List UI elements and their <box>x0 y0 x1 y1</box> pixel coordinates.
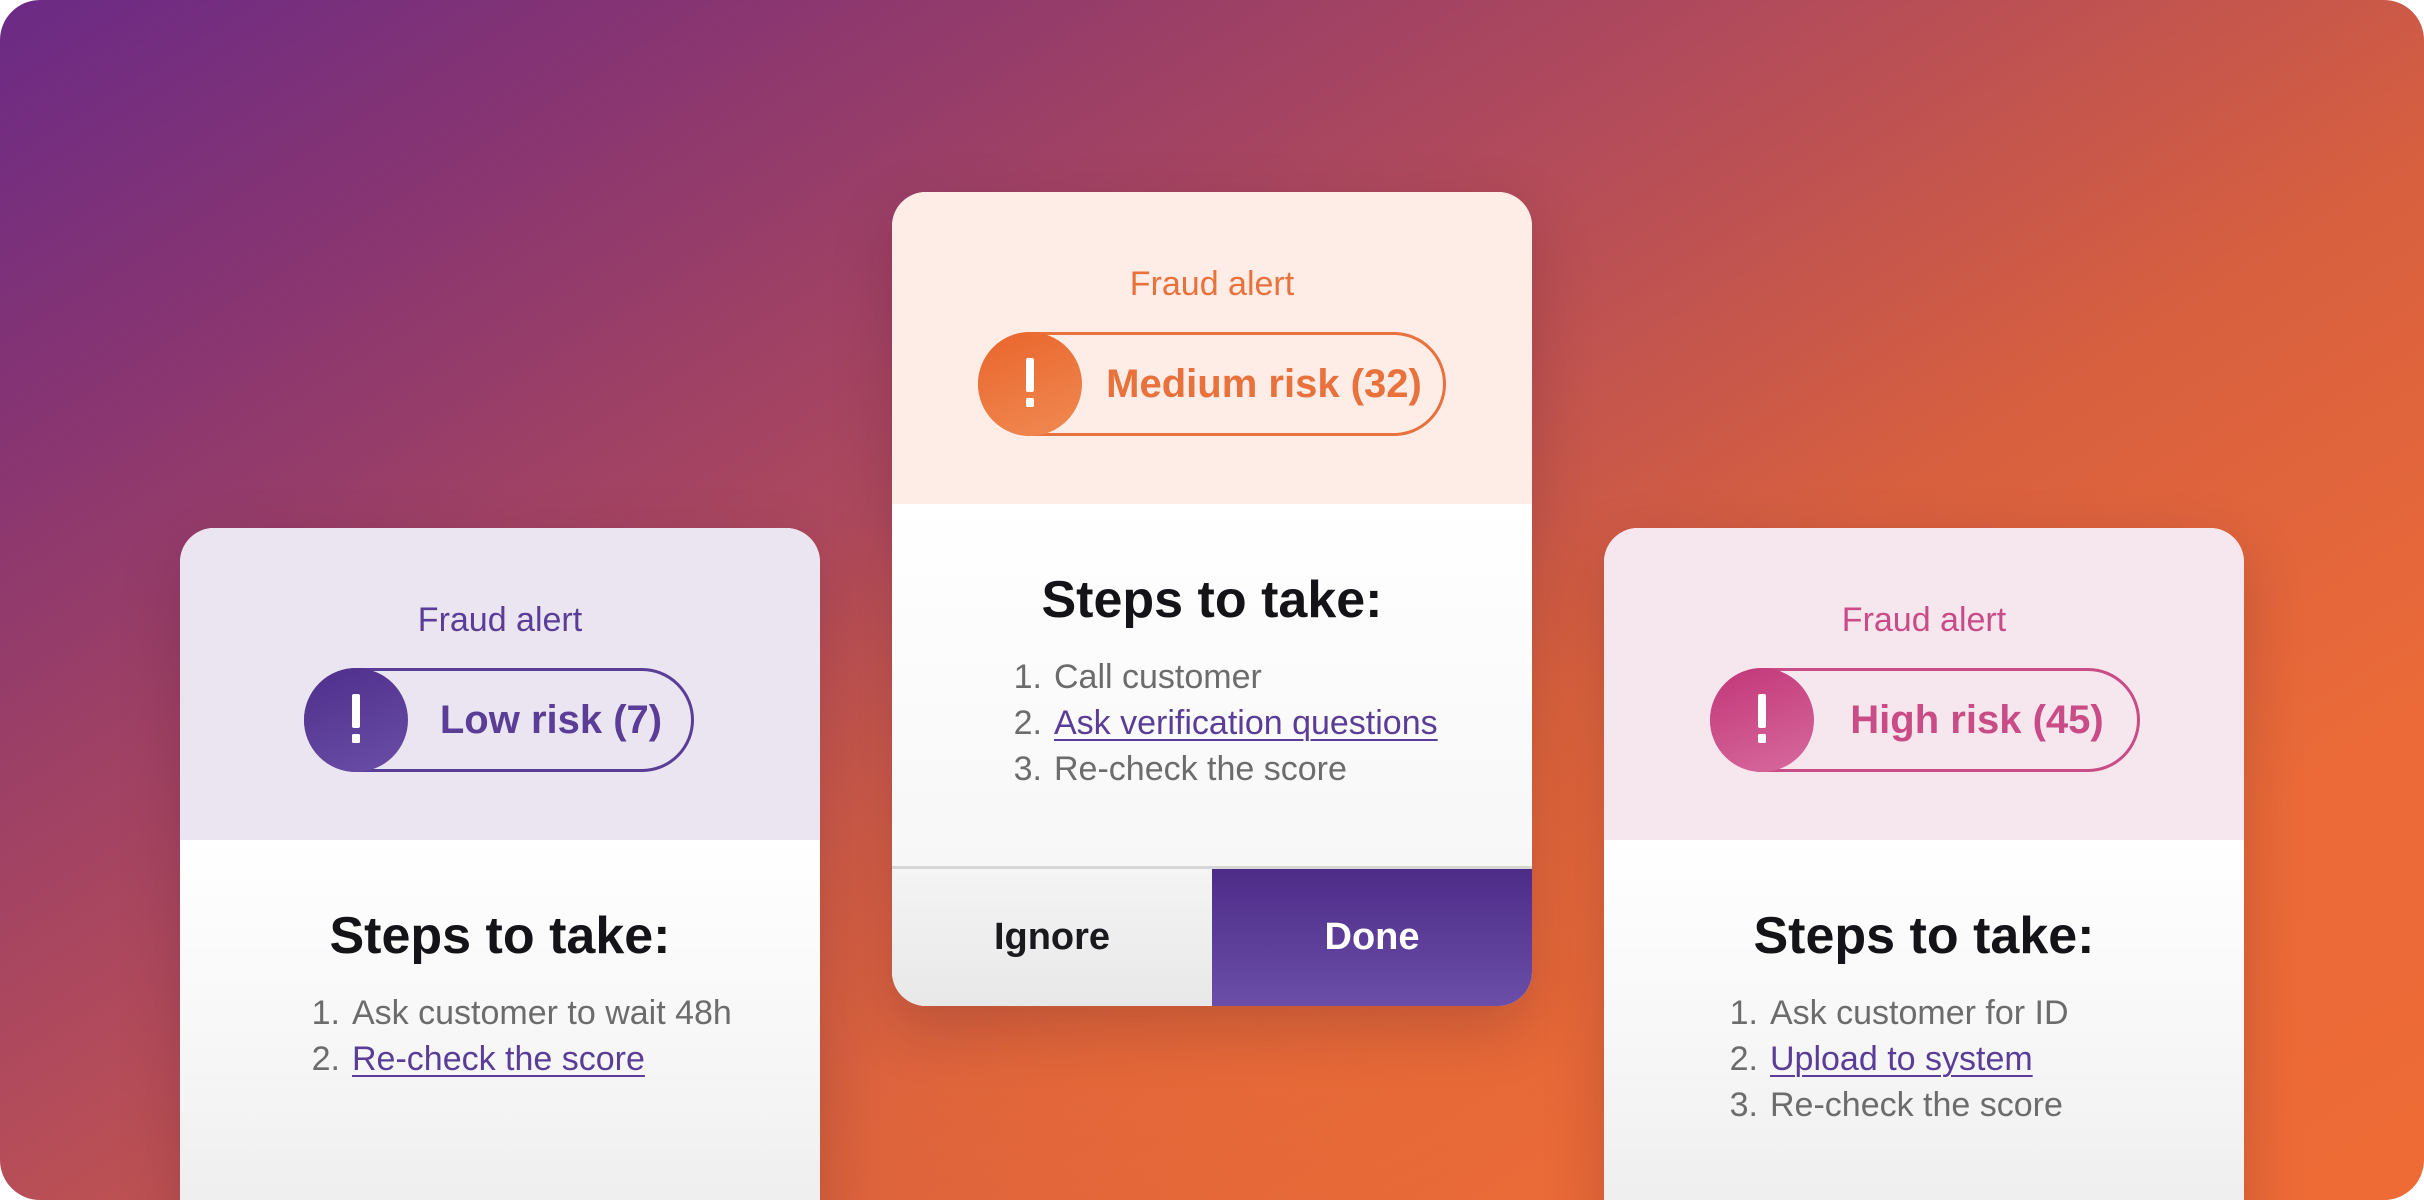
done-button[interactable]: Done <box>1212 869 1532 1006</box>
risk-badge: Low risk (7) <box>304 668 694 772</box>
exclamation-icon <box>304 668 408 772</box>
list-item: 2. Ask verification questions <box>1000 700 1438 746</box>
risk-badge: Medium risk (32) <box>978 332 1446 436</box>
card-body: Steps to take: 1. Ask customer for ID 2. U… <box>1604 840 2244 1200</box>
step-number: 2. <box>1729 1040 1758 1078</box>
step-number: 1. <box>1729 994 1758 1032</box>
steps-list: 1. Call customer 2. Ask verification quest… <box>1000 654 1438 792</box>
step-number: 2. <box>311 1040 340 1078</box>
card-header: Fraud alert High risk (45) <box>1604 528 2244 840</box>
step-number: 1. <box>1013 658 1042 696</box>
step-text: Ask customer for ID <box>1770 994 2069 1032</box>
card-body: Steps to take: 1. Ask customer to wait 48… <box>180 840 820 1200</box>
step-number: 3. <box>1013 750 1042 788</box>
canvas-background: Fraud alert Low risk (7) Steps to take: … <box>0 0 2424 1200</box>
risk-level-label: High risk (45) <box>1850 698 2104 742</box>
step-text: Ask customer to wait 48h <box>352 994 732 1032</box>
card-actions: Ignore Done <box>892 866 1532 1006</box>
risk-level-label: Low risk (7) <box>439 698 663 742</box>
steps-heading: Steps to take: <box>1041 571 1383 629</box>
step-link[interactable]: Ask verification questions <box>1054 704 1438 742</box>
exclamation-icon <box>1710 668 1814 772</box>
card-header: Fraud alert Low risk (7) <box>180 528 820 840</box>
step-number: 1. <box>311 994 340 1032</box>
fraud-alert-card-medium: Fraud alert Medium risk (32) Steps to ta… <box>892 192 1532 1006</box>
list-item: 1. Ask customer to wait 48h <box>298 990 732 1036</box>
list-item: 3. Re-check the score <box>1000 746 1438 792</box>
list-item: 2. Re-check the score <box>298 1036 732 1082</box>
steps-list: 1. Ask customer to wait 48h 2. Re-check th… <box>298 990 732 1082</box>
card-header: Fraud alert Medium risk (32) <box>892 192 1532 504</box>
fraud-alert-card-low: Fraud alert Low risk (7) Steps to take: … <box>180 528 820 1200</box>
step-number: 3. <box>1729 1086 1758 1124</box>
step-link[interactable]: Upload to system <box>1770 1040 2033 1078</box>
step-number: 2. <box>1013 704 1042 742</box>
alert-title: Fraud alert <box>1129 265 1295 303</box>
step-text: Re-check the score <box>1054 750 1347 788</box>
steps-heading: Steps to take: <box>329 907 671 965</box>
list-item: 3. Re-check the score <box>1716 1082 2069 1128</box>
ignore-button[interactable]: Ignore <box>892 869 1212 1006</box>
alert-title: Fraud alert <box>417 601 583 639</box>
list-item: 2. Upload to system <box>1716 1036 2069 1082</box>
alert-title: Fraud alert <box>1841 601 2007 639</box>
step-text: Call customer <box>1054 658 1262 696</box>
card-body: Steps to take: 1. Call customer 2. Ask ver… <box>892 504 1532 866</box>
risk-badge: High risk (45) <box>1710 668 2140 772</box>
exclamation-icon <box>978 332 1082 436</box>
fraud-alert-card-high: Fraud alert High risk (45) Steps to take… <box>1604 528 2244 1200</box>
step-text: Re-check the score <box>1770 1086 2063 1124</box>
steps-list: 1. Ask customer for ID 2. Upload to system… <box>1716 990 2069 1128</box>
step-link[interactable]: Re-check the score <box>352 1040 645 1078</box>
list-item: 1. Ask customer for ID <box>1716 990 2069 1036</box>
list-item: 1. Call customer <box>1000 654 1438 700</box>
risk-level-label: Medium risk (32) <box>1106 362 1422 406</box>
steps-heading: Steps to take: <box>1753 907 2095 965</box>
